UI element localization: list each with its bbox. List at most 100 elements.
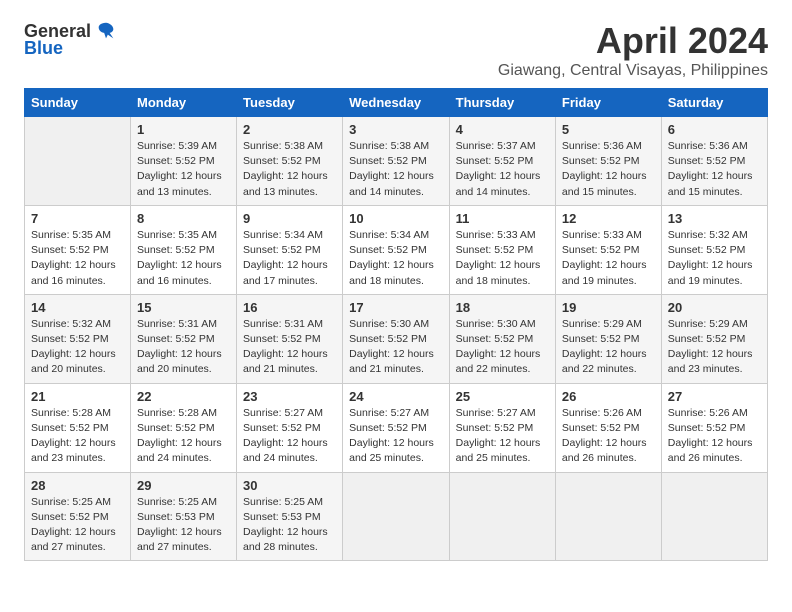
day-number: 12 xyxy=(562,211,655,226)
calendar-cell: 15 Sunrise: 5:31 AM Sunset: 5:52 PM Dayli… xyxy=(131,294,237,383)
day-info: Sunrise: 5:38 AM Sunset: 5:52 PM Dayligh… xyxy=(243,139,336,200)
location-title: Giawang, Central Visayas, Philippines xyxy=(498,62,768,80)
calendar-cell: 26 Sunrise: 5:26 AM Sunset: 5:52 PM Dayli… xyxy=(555,383,661,472)
day-info: Sunrise: 5:26 AM Sunset: 5:52 PM Dayligh… xyxy=(562,406,655,467)
calendar-cell: 21 Sunrise: 5:28 AM Sunset: 5:52 PM Dayli… xyxy=(25,383,131,472)
day-number: 13 xyxy=(668,211,761,226)
calendar-cell: 14Sunrise: 5:32 AM Sunset: 5:52 PM Dayli… xyxy=(25,294,131,383)
calendar-cell: 30 Sunrise: 5:25 AM Sunset: 5:53 PM Dayli… xyxy=(237,472,343,561)
day-info: Sunrise: 5:36 AM Sunset: 5:52 PM Dayligh… xyxy=(562,139,655,200)
logo-bird-icon xyxy=(95,20,117,42)
weekday-header: Saturday xyxy=(661,89,767,117)
day-info: Sunrise: 5:35 AM Sunset: 5:52 PM Dayligh… xyxy=(137,228,230,289)
calendar-cell: 28 Sunrise: 5:25 AM Sunset: 5:52 PM Dayli… xyxy=(25,472,131,561)
day-info: Sunrise: 5:25 AM Sunset: 5:53 PM Dayligh… xyxy=(243,495,336,556)
day-info: Sunrise: 5:32 AM Sunset: 5:52 PM Dayligh… xyxy=(668,228,761,289)
day-info: Sunrise: 5:36 AM Sunset: 5:52 PM Dayligh… xyxy=(668,139,761,200)
calendar-cell: 22 Sunrise: 5:28 AM Sunset: 5:52 PM Dayli… xyxy=(131,383,237,472)
weekday-header-row: SundayMondayTuesdayWednesdayThursdayFrid… xyxy=(25,89,768,117)
day-number: 20 xyxy=(668,300,761,315)
day-info: Sunrise: 5:33 AM Sunset: 5:52 PM Dayligh… xyxy=(562,228,655,289)
calendar-cell: 8 Sunrise: 5:35 AM Sunset: 5:52 PM Daylig… xyxy=(131,205,237,294)
day-info: Sunrise: 5:28 AM Sunset: 5:52 PM Dayligh… xyxy=(137,406,230,467)
day-info: Sunrise: 5:28 AM Sunset: 5:52 PM Dayligh… xyxy=(31,406,124,467)
calendar-cell: 16 Sunrise: 5:31 AM Sunset: 5:52 PM Dayli… xyxy=(237,294,343,383)
day-number: 5 xyxy=(562,122,655,137)
calendar-cell: 11Sunrise: 5:33 AM Sunset: 5:52 PM Dayli… xyxy=(449,205,555,294)
month-title: April 2024 xyxy=(498,20,768,62)
day-number: 9 xyxy=(243,211,336,226)
calendar-cell: 18Sunrise: 5:30 AM Sunset: 5:52 PM Dayli… xyxy=(449,294,555,383)
day-number: 16 xyxy=(243,300,336,315)
calendar-week-row: 14Sunrise: 5:32 AM Sunset: 5:52 PM Dayli… xyxy=(25,294,768,383)
weekday-header: Thursday xyxy=(449,89,555,117)
day-info: Sunrise: 5:38 AM Sunset: 5:52 PM Dayligh… xyxy=(349,139,443,200)
day-number: 1 xyxy=(137,122,230,137)
calendar-cell: 20 Sunrise: 5:29 AM Sunset: 5:52 PM Dayli… xyxy=(661,294,767,383)
day-info: Sunrise: 5:27 AM Sunset: 5:52 PM Dayligh… xyxy=(456,406,549,467)
day-number: 27 xyxy=(668,389,761,404)
calendar-cell: 6 Sunrise: 5:36 AM Sunset: 5:52 PM Daylig… xyxy=(661,117,767,206)
calendar-cell: 17 Sunrise: 5:30 AM Sunset: 5:52 PM Dayli… xyxy=(343,294,450,383)
day-info: Sunrise: 5:39 AM Sunset: 5:52 PM Dayligh… xyxy=(137,139,230,200)
calendar-cell xyxy=(343,472,450,561)
day-number: 14 xyxy=(31,300,124,315)
day-number: 29 xyxy=(137,478,230,493)
day-number: 21 xyxy=(31,389,124,404)
calendar-cell: 25 Sunrise: 5:27 AM Sunset: 5:52 PM Dayli… xyxy=(449,383,555,472)
calendar-cell: 7 Sunrise: 5:35 AM Sunset: 5:52 PM Daylig… xyxy=(25,205,131,294)
day-info: Sunrise: 5:27 AM Sunset: 5:52 PM Dayligh… xyxy=(349,406,443,467)
calendar-cell xyxy=(25,117,131,206)
day-number: 3 xyxy=(349,122,443,137)
day-info: Sunrise: 5:27 AM Sunset: 5:52 PM Dayligh… xyxy=(243,406,336,467)
weekday-header: Wednesday xyxy=(343,89,450,117)
day-info: Sunrise: 5:29 AM Sunset: 5:52 PM Dayligh… xyxy=(668,317,761,378)
calendar-week-row: 28 Sunrise: 5:25 AM Sunset: 5:52 PM Dayli… xyxy=(25,472,768,561)
day-number: 22 xyxy=(137,389,230,404)
weekday-header: Monday xyxy=(131,89,237,117)
day-number: 4 xyxy=(456,122,549,137)
day-info: Sunrise: 5:34 AM Sunset: 5:52 PM Dayligh… xyxy=(243,228,336,289)
calendar-cell: 19Sunrise: 5:29 AM Sunset: 5:52 PM Dayli… xyxy=(555,294,661,383)
day-number: 10 xyxy=(349,211,443,226)
day-number: 7 xyxy=(31,211,124,226)
calendar-cell: 9 Sunrise: 5:34 AM Sunset: 5:52 PM Daylig… xyxy=(237,205,343,294)
calendar-cell: 1 Sunrise: 5:39 AM Sunset: 5:52 PM Daylig… xyxy=(131,117,237,206)
weekday-header: Tuesday xyxy=(237,89,343,117)
day-info: Sunrise: 5:30 AM Sunset: 5:52 PM Dayligh… xyxy=(456,317,549,378)
calendar-cell: 27Sunrise: 5:26 AM Sunset: 5:52 PM Dayli… xyxy=(661,383,767,472)
day-info: Sunrise: 5:25 AM Sunset: 5:52 PM Dayligh… xyxy=(31,495,124,556)
day-number: 19 xyxy=(562,300,655,315)
calendar-cell: 4Sunrise: 5:37 AM Sunset: 5:52 PM Daylig… xyxy=(449,117,555,206)
day-number: 30 xyxy=(243,478,336,493)
day-info: Sunrise: 5:35 AM Sunset: 5:52 PM Dayligh… xyxy=(31,228,124,289)
title-area: April 2024 Giawang, Central Visayas, Phi… xyxy=(498,20,768,80)
calendar-cell: 24Sunrise: 5:27 AM Sunset: 5:52 PM Dayli… xyxy=(343,383,450,472)
day-number: 17 xyxy=(349,300,443,315)
day-info: Sunrise: 5:33 AM Sunset: 5:52 PM Dayligh… xyxy=(456,228,549,289)
day-number: 26 xyxy=(562,389,655,404)
logo-blue-text: Blue xyxy=(24,38,63,59)
day-number: 28 xyxy=(31,478,124,493)
calendar-cell xyxy=(661,472,767,561)
calendar-cell xyxy=(555,472,661,561)
day-info: Sunrise: 5:31 AM Sunset: 5:52 PM Dayligh… xyxy=(137,317,230,378)
calendar-cell: 2Sunrise: 5:38 AM Sunset: 5:52 PM Daylig… xyxy=(237,117,343,206)
day-number: 6 xyxy=(668,122,761,137)
weekday-header: Friday xyxy=(555,89,661,117)
calendar-week-row: 7 Sunrise: 5:35 AM Sunset: 5:52 PM Daylig… xyxy=(25,205,768,294)
day-info: Sunrise: 5:31 AM Sunset: 5:52 PM Dayligh… xyxy=(243,317,336,378)
day-info: Sunrise: 5:30 AM Sunset: 5:52 PM Dayligh… xyxy=(349,317,443,378)
calendar-cell: 5 Sunrise: 5:36 AM Sunset: 5:52 PM Daylig… xyxy=(555,117,661,206)
calendar-cell: 12 Sunrise: 5:33 AM Sunset: 5:52 PM Dayli… xyxy=(555,205,661,294)
calendar-cell xyxy=(449,472,555,561)
weekday-header: Sunday xyxy=(25,89,131,117)
day-number: 25 xyxy=(456,389,549,404)
calendar-cell: 3 Sunrise: 5:38 AM Sunset: 5:52 PM Daylig… xyxy=(343,117,450,206)
day-number: 15 xyxy=(137,300,230,315)
day-number: 8 xyxy=(137,211,230,226)
day-info: Sunrise: 5:25 AM Sunset: 5:53 PM Dayligh… xyxy=(137,495,230,556)
day-number: 23 xyxy=(243,389,336,404)
calendar-week-row: 1 Sunrise: 5:39 AM Sunset: 5:52 PM Daylig… xyxy=(25,117,768,206)
calendar-cell: 29 Sunrise: 5:25 AM Sunset: 5:53 PM Dayli… xyxy=(131,472,237,561)
